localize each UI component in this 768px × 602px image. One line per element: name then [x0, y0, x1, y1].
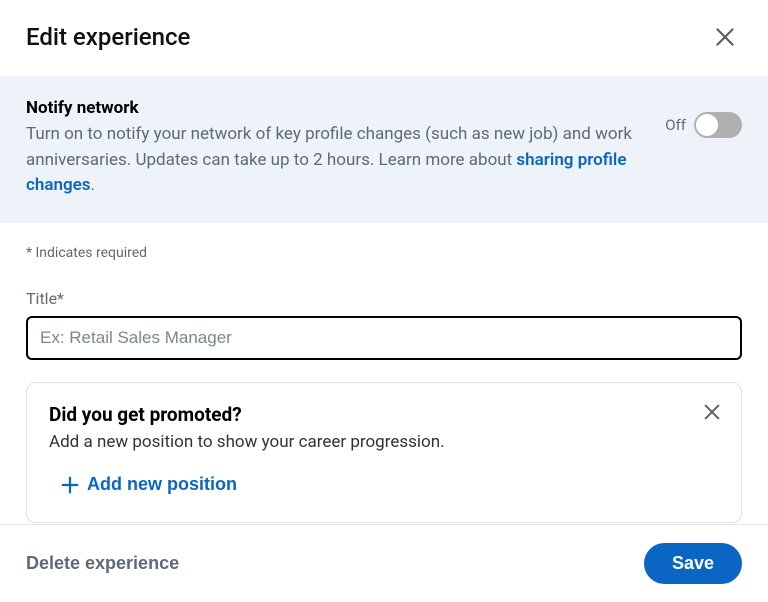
notify-text-block: Notify network Turn on to notify your ne…: [26, 98, 645, 199]
delete-experience-button[interactable]: Delete experience: [26, 553, 179, 574]
plus-icon: [59, 474, 81, 496]
modal-footer: Delete experience Save: [0, 524, 768, 602]
notify-toggle-wrap: Off: [665, 112, 742, 138]
toggle-knob: [696, 114, 718, 136]
notify-toggle[interactable]: [694, 112, 742, 138]
required-indicator-note: * Indicates required: [26, 245, 742, 261]
close-icon: [712, 24, 738, 50]
title-field-label: Title*: [26, 289, 742, 308]
modal-header: Edit experience: [0, 0, 768, 76]
close-icon: [701, 401, 723, 423]
notify-title: Notify network: [26, 98, 645, 118]
modal-body: * Indicates required Title* Did you get …: [0, 223, 768, 525]
promotion-dismiss-button[interactable]: [697, 397, 727, 427]
notify-description: Turn on to notify your network of key pr…: [26, 122, 645, 199]
title-input[interactable]: [26, 316, 742, 360]
save-button[interactable]: Save: [644, 543, 742, 584]
promotion-title: Did you get promoted?: [49, 403, 719, 426]
modal-title: Edit experience: [26, 23, 190, 51]
notify-desc-suffix: .: [91, 175, 95, 195]
notify-network-panel: Notify network Turn on to notify your ne…: [0, 76, 768, 223]
add-new-position-button[interactable]: Add new position: [49, 474, 237, 496]
edit-experience-modal: Edit experience Notify network Turn on t…: [0, 0, 768, 602]
promotion-description: Add a new position to show your career p…: [49, 432, 719, 452]
add-new-position-label: Add new position: [87, 474, 237, 495]
toggle-state-label: Off: [665, 116, 686, 134]
promotion-card: Did you get promoted? Add a new position…: [26, 382, 742, 523]
close-button[interactable]: [708, 20, 742, 54]
